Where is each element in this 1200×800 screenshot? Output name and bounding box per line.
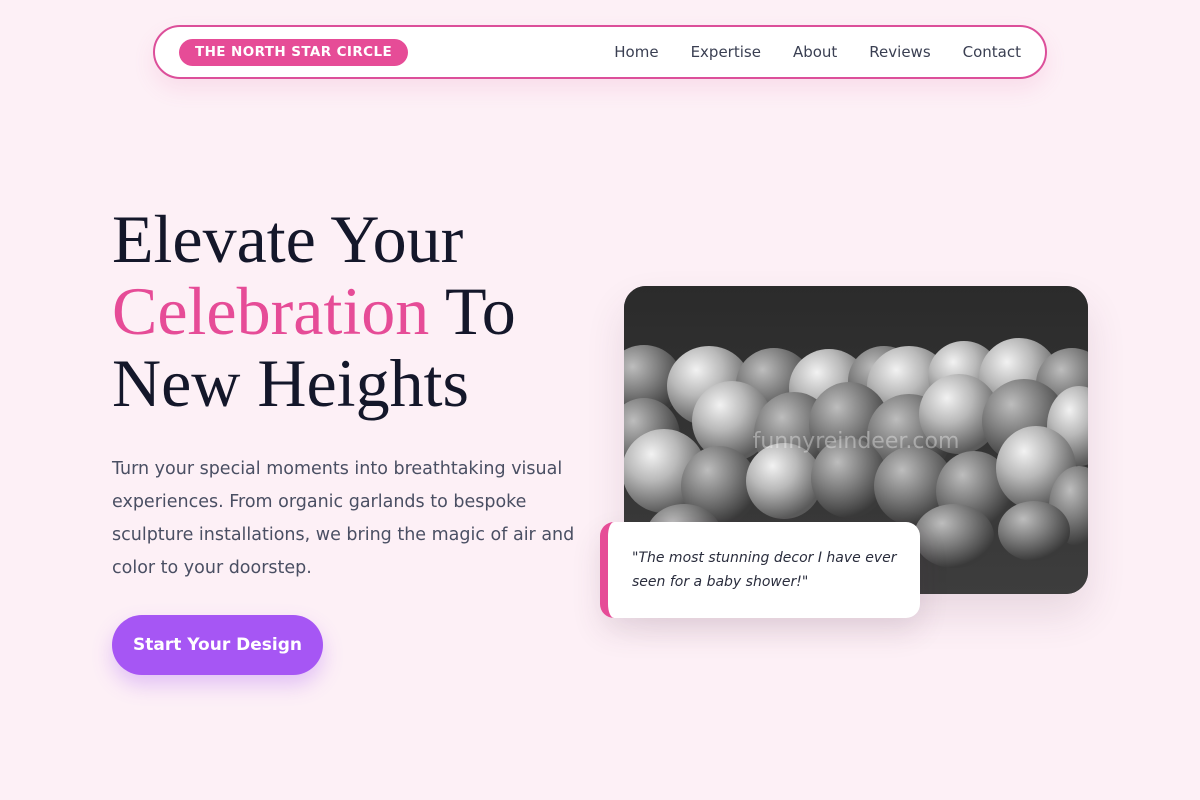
hero-description: Turn your special moments into breathtak… xyxy=(112,459,575,578)
nav-link-reviews[interactable]: Reviews xyxy=(869,43,930,61)
nav-link-contact[interactable]: Contact xyxy=(963,43,1021,61)
hero-title-line1: Elevate Your xyxy=(112,201,464,277)
nav-link-expertise[interactable]: Expertise xyxy=(691,43,761,61)
testimonial-card: "The most stunning decor I have ever see… xyxy=(600,522,920,618)
nav-link-about[interactable]: About xyxy=(793,43,837,61)
hero-title-line3: New Heights xyxy=(112,345,469,421)
nav-links: Home Expertise About Reviews Contact xyxy=(614,43,1021,61)
testimonial-quote: "The most stunning decor I have ever see… xyxy=(632,550,897,590)
image-watermark: funnyreindeer.com xyxy=(752,429,960,454)
brand-logo[interactable]: THE NORTH STAR CIRCLE xyxy=(179,38,409,66)
hero-title-accent: Celebration xyxy=(112,273,430,349)
nav-link-home[interactable]: Home xyxy=(614,43,658,61)
hero-title-line2-rest: To xyxy=(429,273,516,349)
top-navigation: THE NORTH STAR CIRCLE Home Expertise Abo… xyxy=(153,25,1047,79)
start-design-button[interactable]: Start Your Design xyxy=(112,615,323,675)
hero-title: Elevate Your Celebration To New Heights xyxy=(112,203,632,419)
